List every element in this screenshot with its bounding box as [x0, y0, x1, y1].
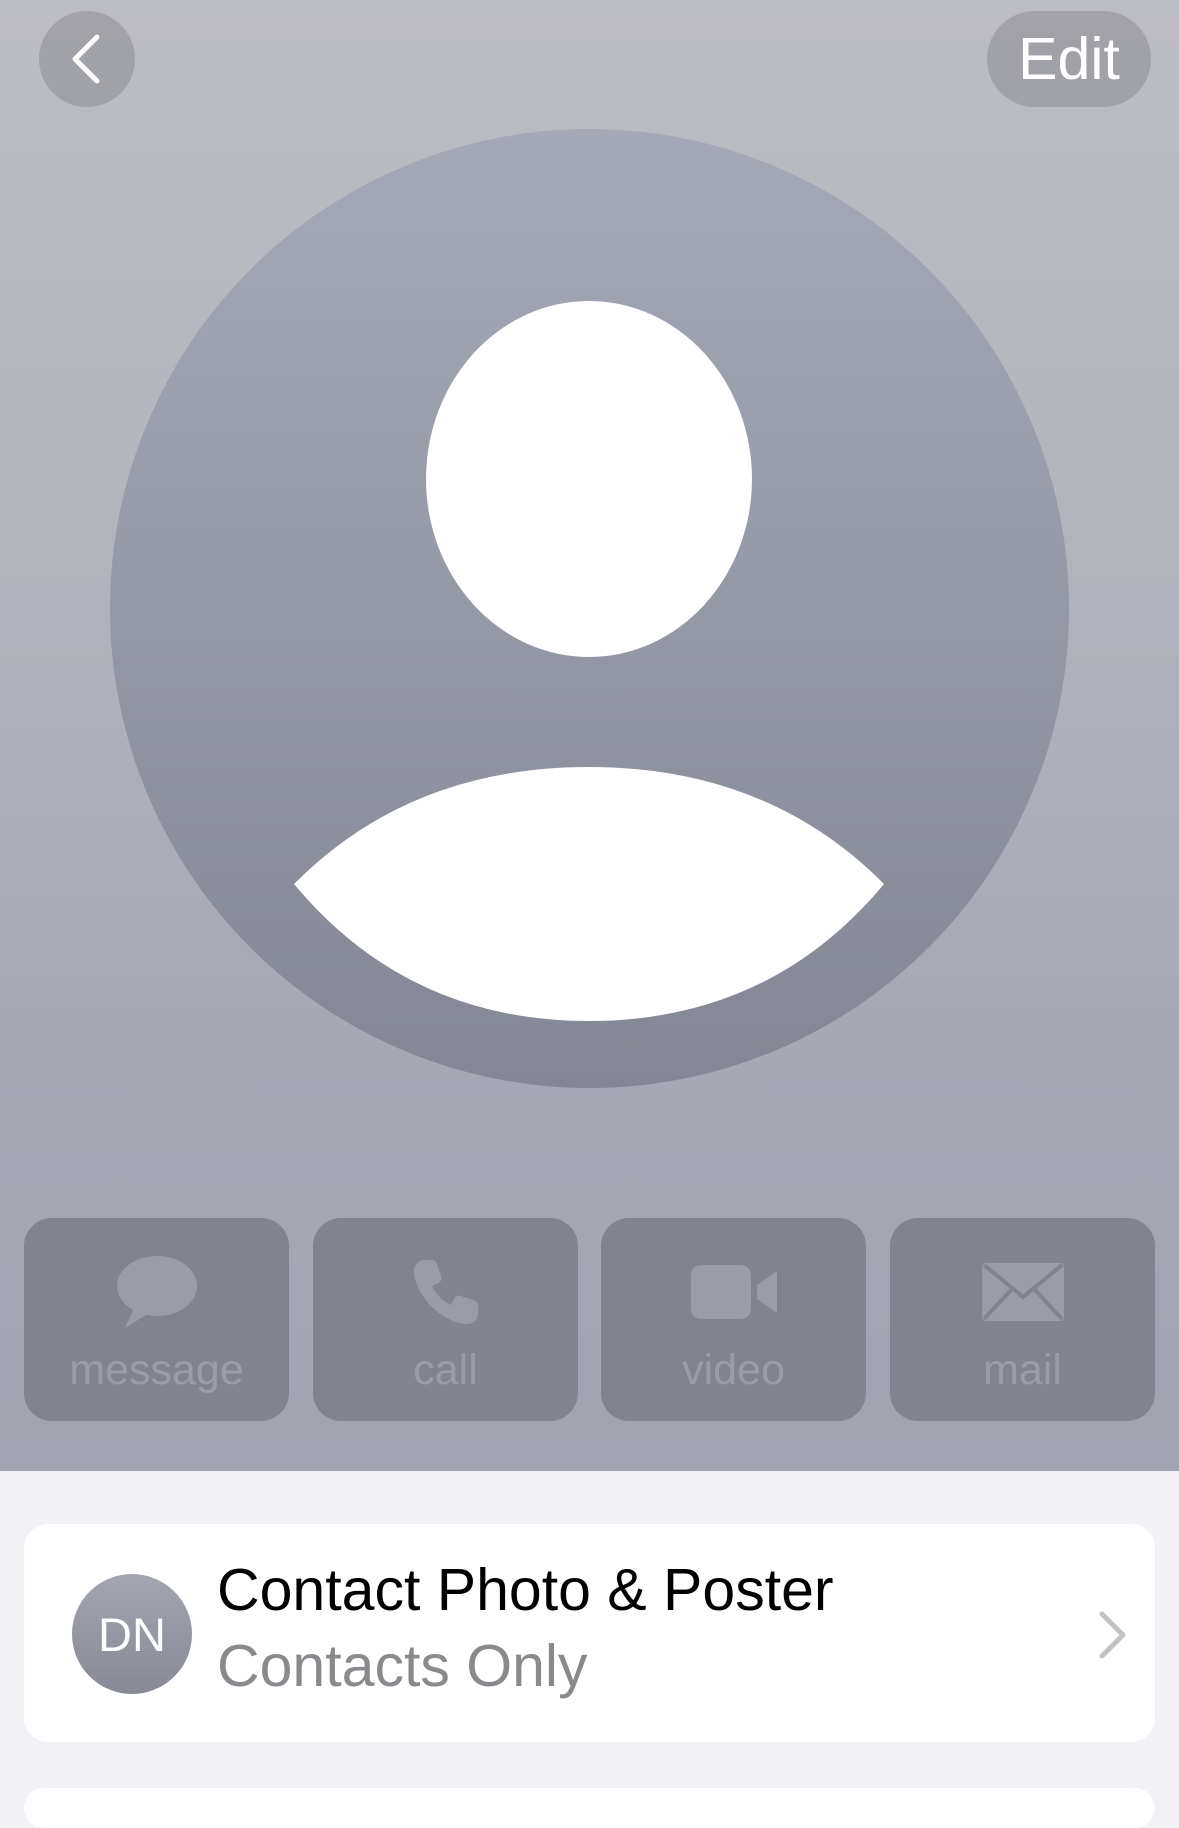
avatar: DN: [72, 1574, 192, 1694]
edit-button[interactable]: Edit: [987, 11, 1151, 107]
call-button[interactable]: call: [313, 1218, 578, 1421]
video-camera-icon: [690, 1265, 777, 1319]
chevron-right-icon: [1099, 1611, 1126, 1659]
message-label: message: [69, 1346, 244, 1394]
row-title: Contact Photo & Poster: [217, 1557, 834, 1623]
mail-label: mail: [983, 1346, 1062, 1394]
back-button[interactable]: [39, 11, 135, 107]
next-card: [24, 1788, 1155, 1828]
phone-icon: [413, 1260, 478, 1325]
call-label: call: [413, 1346, 478, 1394]
contact-header: Edit message call video mail: [0, 0, 1179, 1471]
video-button[interactable]: video: [601, 1218, 866, 1421]
video-label: video: [682, 1346, 785, 1394]
quick-actions: message call video mail: [24, 1218, 1155, 1421]
contact-photo-poster-row[interactable]: DN Contact Photo & Poster Contacts Only: [24, 1524, 1155, 1742]
row-subtitle: Contacts Only: [217, 1633, 588, 1699]
envelope-icon: [981, 1263, 1064, 1321]
chevron-left-icon: [72, 34, 100, 84]
message-bubble-icon: [116, 1256, 197, 1328]
mail-button[interactable]: mail: [890, 1218, 1155, 1421]
person-silhouette-icon: [110, 129, 1069, 1088]
message-button[interactable]: message: [24, 1218, 289, 1421]
